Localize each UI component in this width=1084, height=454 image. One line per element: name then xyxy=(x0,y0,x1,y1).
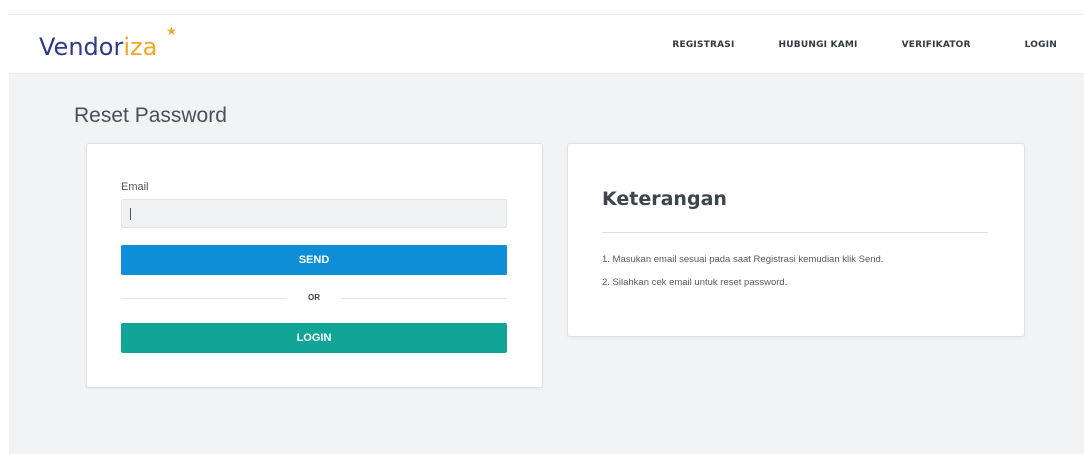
nav-verifikator[interactable]: VERIFIKATOR xyxy=(902,40,971,50)
page-frame: Vendoriza ★ REGISTRASI HUBUNGI KAMI VERI… xyxy=(9,14,1084,454)
or-divider: OR xyxy=(121,292,507,304)
nav-hubungi-kami[interactable]: HUBUNGI KAMI xyxy=(779,40,858,50)
main-nav: REGISTRASI HUBUNGI KAMI VERIFIKATOR LOGI… xyxy=(672,40,1057,50)
email-input[interactable] xyxy=(121,199,507,228)
vendoriza-logo[interactable]: Vendoriza ★ xyxy=(39,25,177,65)
info-item: 2. Silahkan cek email untuk reset passwo… xyxy=(602,277,788,288)
info-card: Keterangan 1. Masukan email sesuai pada … xyxy=(567,143,1025,337)
logo-text-accent: iza xyxy=(123,33,158,61)
reset-form-card: Email SEND OR LOGIN xyxy=(86,143,543,388)
text-caret xyxy=(130,208,131,220)
divider-line-right xyxy=(341,298,507,299)
send-button[interactable]: SEND xyxy=(121,245,507,275)
top-navbar: Vendoriza ★ REGISTRASI HUBUNGI KAMI VERI… xyxy=(9,15,1084,74)
info-item: 1. Masukan email sesuai pada saat Regist… xyxy=(602,254,884,265)
star-icon: ★ xyxy=(166,24,177,38)
email-label: Email xyxy=(121,181,149,193)
info-title: Keterangan xyxy=(602,188,727,210)
info-divider xyxy=(602,232,988,233)
info-list: 1. Masukan email sesuai pada saat Regist… xyxy=(602,254,883,300)
nav-registrasi[interactable]: REGISTRASI xyxy=(672,40,734,50)
nav-login[interactable]: LOGIN xyxy=(1025,40,1057,50)
login-button[interactable]: LOGIN xyxy=(121,323,507,353)
logo-text-primary: Vendor xyxy=(39,33,124,61)
page-title: Reset Password xyxy=(74,104,227,127)
